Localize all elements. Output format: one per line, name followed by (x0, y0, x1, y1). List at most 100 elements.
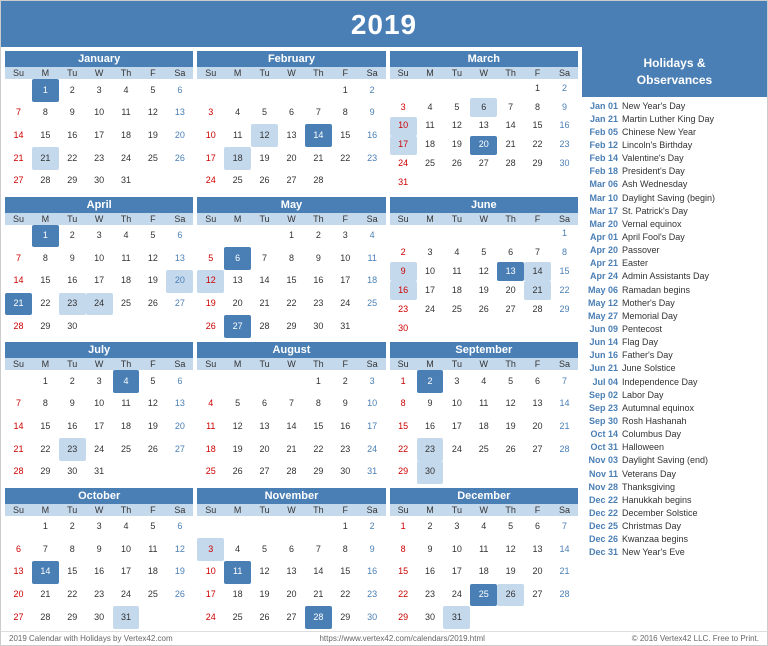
holiday-name: St. Patrick's Day (622, 205, 763, 217)
holiday-date: Jun 21 (586, 362, 618, 374)
table-row: 7 8 9 10 11 12 13 (5, 102, 193, 125)
dow-f: F (139, 67, 166, 79)
list-item: May 12Mother's Day (586, 297, 763, 309)
holiday-name: Easter (622, 257, 763, 269)
table-row: 16171819202122 (390, 281, 578, 300)
holiday-name: New Year's Day (622, 100, 763, 112)
list-item: Nov 11Veterans Day (586, 468, 763, 480)
table-row: 31 (390, 174, 578, 193)
list-item: Feb 14Valentine's Day (586, 152, 763, 164)
holiday-date: Nov 28 (586, 481, 618, 493)
holiday-date: Feb 14 (586, 152, 618, 164)
table-row: 14151617181920 (5, 415, 193, 438)
holiday-name: Daylight Saving (begin) (622, 192, 763, 204)
holiday-name: Memorial Day (622, 310, 763, 322)
holiday-name: President's Day (622, 165, 763, 177)
table-row: 14 15 16 17 18 19 20 (5, 124, 193, 147)
month-title-june: June (390, 197, 578, 213)
table-row: 1234 (197, 225, 385, 248)
table-row: 3456789 (197, 538, 385, 561)
list-item: Nov 03Daylight Saving (end) (586, 454, 763, 466)
cal-table-august: SuMTuWThFSa 123 45678910 11121314151617 (197, 358, 385, 484)
holiday-name: Hanukkah begins (622, 494, 763, 506)
holiday-date: Mar 06 (586, 178, 618, 190)
list-item: Jan 01New Year's Day (586, 100, 763, 112)
cal-table-october: SuMTuWThFSa 123456 6789101112 1314151617… (5, 504, 193, 630)
table-row: 2930 (390, 461, 578, 484)
list-item: Nov 28Thanksgiving (586, 481, 763, 493)
holiday-date: Jun 16 (586, 349, 618, 361)
month-title-april: April (5, 197, 193, 213)
holiday-name: April Fool's Day (622, 231, 763, 243)
holiday-name: Ramadan begins (622, 284, 763, 296)
cal-table-july: SuMTuWThFSa 123456 78910111213 141516171… (5, 358, 193, 484)
calendar-row-3: July SuMTuWThFSa 123456 78910111213 1415… (5, 342, 578, 484)
calendar-area: January Su M Tu W Th F Sa (1, 47, 582, 631)
table-row: 2425262728 (197, 170, 385, 193)
table-row: 28293031 (5, 461, 193, 484)
month-january: January Su M Tu W Th F Sa (5, 51, 193, 193)
table-row: 3456789 (390, 98, 578, 117)
table-row: 293031 (390, 606, 578, 629)
holiday-date: Sep 23 (586, 402, 618, 414)
table-row: 20212223242526 (5, 584, 193, 607)
list-item: Apr 21 Easter (586, 257, 763, 269)
table-row: 78910111213 (5, 247, 193, 270)
list-item: Sep 23 Autumnal equinox (586, 402, 763, 414)
table-row: 567891011 (197, 247, 385, 270)
table-row: 78910111213 (5, 393, 193, 416)
holiday-date: Mar 20 (586, 218, 618, 230)
list-item: May 27Memorial Day (586, 310, 763, 322)
cal-table-june: SuMTuWThFSa 1 2345678 9101112131415 (390, 213, 578, 339)
holiday-name: Father's Day (622, 349, 763, 361)
calendar-row-2: April SuMTuWThFSa 123456 78910111213 141… (5, 197, 578, 339)
month-title-august: August (197, 342, 385, 358)
month-title-november: November (197, 488, 385, 504)
holiday-name: Rosh Hashanah (622, 415, 763, 427)
holiday-date: Oct 31 (586, 441, 618, 453)
holiday-date: May 06 (586, 284, 618, 296)
dow-tu: Tu (59, 67, 86, 79)
holiday-name: December Solstice (622, 507, 763, 519)
holiday-name: Vernal equinox (622, 218, 763, 230)
dow-su: Su (5, 67, 32, 79)
holiday-date: Apr 21 (586, 257, 618, 269)
holiday-date: Oct 14 (586, 428, 618, 440)
holiday-name: Martin Luther King Day (622, 113, 763, 125)
table-row: 123456 (5, 225, 193, 248)
table-row: 24252627282930 (390, 155, 578, 174)
app-container: 2019 January Su M Tu W Th F (0, 0, 768, 646)
calendar-row-1: January Su M Tu W Th F Sa (5, 51, 578, 193)
holiday-date: Feb 18 (586, 165, 618, 177)
table-row: 15161718192021 (390, 415, 578, 438)
table-row: 6789101112 (5, 538, 193, 561)
table-row: 9101112131415 (390, 262, 578, 281)
list-item: Dec 31New Year's Eve (586, 546, 763, 558)
holiday-date: Jul 04 (586, 376, 618, 388)
month-may: May SuMTuWThFSa 1234 567891011 121314151… (197, 197, 385, 339)
list-item: Apr 20Passover (586, 244, 763, 256)
table-row: 282930 (5, 315, 193, 338)
holiday-date: Nov 11 (586, 468, 618, 480)
list-item: May 06 Ramadan begins (586, 284, 763, 296)
table-row: 12 (197, 516, 385, 539)
footer-right: © 2016 Vertex42 LLC. Free to Print. (632, 634, 759, 643)
list-item: Jun 09Pentecost (586, 323, 763, 335)
footer: 2019 Calendar with Holidays by Vertex42.… (1, 631, 767, 645)
footer-center: https://www.vertex42.com/calendars/2019.… (319, 634, 484, 643)
holiday-name: Autumnal equinox (622, 402, 763, 414)
dow-m: M (32, 67, 59, 79)
list-item: Oct 14Columbus Day (586, 428, 763, 440)
list-item: Jun 16 Father's Day (586, 349, 763, 361)
table-row: 23242526272829 (390, 300, 578, 319)
holiday-date: Feb 12 (586, 139, 618, 151)
table-row: 12 (390, 79, 578, 98)
holiday-date: Nov 03 (586, 454, 618, 466)
month-april: April SuMTuWThFSa 123456 78910111213 141… (5, 197, 193, 339)
month-august: August SuMTuWThFSa 123 45678910 11121314… (197, 342, 385, 484)
table-row: 19202122232425 (197, 293, 385, 316)
dow-th: Th (113, 67, 140, 79)
holiday-date: May 12 (586, 297, 618, 309)
list-item: Dec 22Hanukkah begins (586, 494, 763, 506)
table-row: 14151617181920 (5, 270, 193, 293)
